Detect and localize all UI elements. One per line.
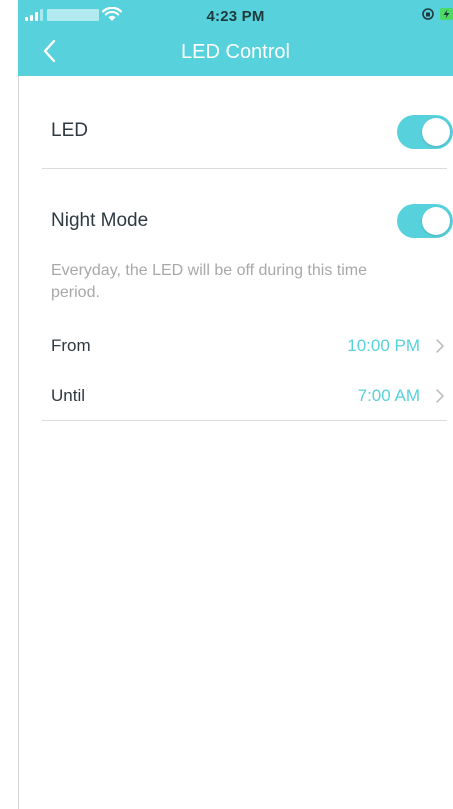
led-row: LED [51, 112, 453, 152]
until-label: Until [51, 386, 86, 405]
night-mode-label: Night Mode [51, 210, 149, 231]
status-bar: 4:23 PM [18, 0, 453, 28]
nav-bar: LED Control [18, 28, 453, 76]
divider-led [42, 168, 447, 169]
night-mode-toggle[interactable] [397, 204, 453, 238]
battery-charging-icon [440, 8, 453, 20]
screen: 4:23 PM LED Control LED Night Mode Every… [0, 0, 453, 809]
screen-edge [18, 76, 19, 809]
night-mode-description: Everyday, the LED will be off during thi… [51, 262, 367, 301]
divider-night-mode [42, 420, 447, 421]
led-toggle-knob [422, 118, 450, 146]
until-value: 7:00 AM [357, 386, 420, 405]
status-time: 4:23 PM [206, 8, 265, 25]
from-value: 10:00 PM [347, 336, 420, 355]
led-toggle[interactable] [397, 115, 453, 149]
led-label: LED [51, 120, 88, 141]
chevron-right-icon [436, 339, 444, 353]
night-mode-toggle-knob [422, 207, 450, 235]
night-mode-row: Night Mode [51, 202, 453, 242]
chevron-right-icon [436, 389, 444, 403]
page-title: LED Control [181, 41, 290, 63]
orientation-lock-icon [422, 8, 434, 20]
app-header: 4:23 PM LED Control [18, 0, 453, 76]
from-label: From [51, 336, 91, 355]
status-right-icons [422, 8, 453, 20]
